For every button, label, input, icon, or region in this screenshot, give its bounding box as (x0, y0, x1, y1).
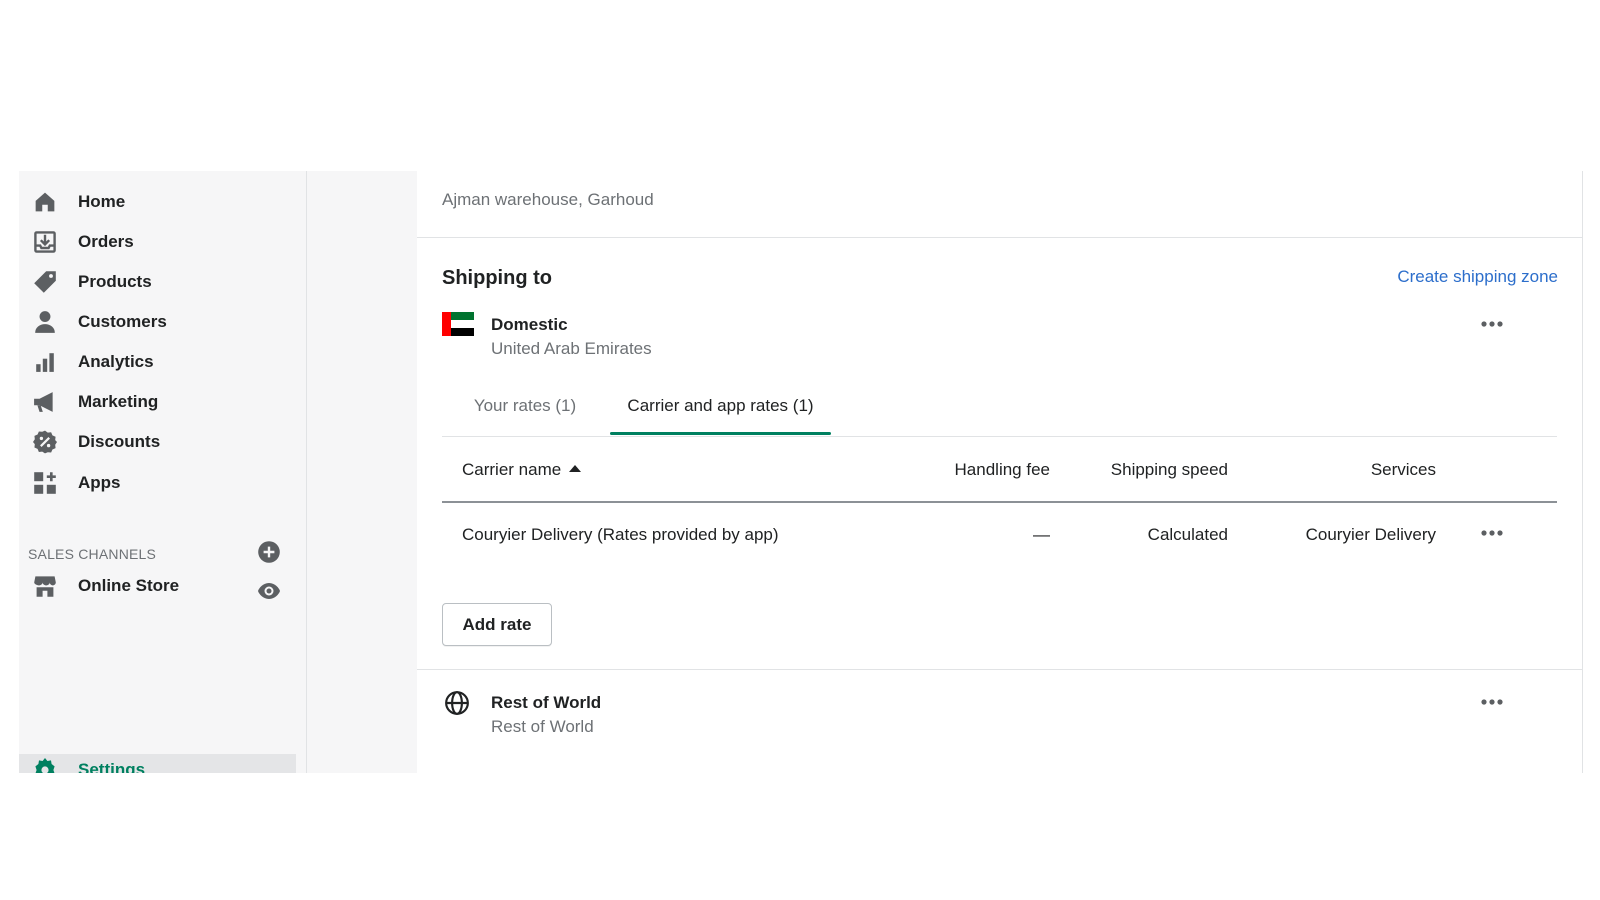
sidebar-item-discounts[interactable]: Discounts (19, 422, 306, 462)
divider (417, 669, 1582, 670)
ellipsis-icon (1481, 321, 1503, 327)
sidebar-item-customers[interactable]: Customers (19, 302, 306, 342)
sidebar-item-marketing[interactable]: Marketing (19, 382, 306, 422)
person-icon (33, 310, 57, 334)
domestic-more-actions-button[interactable] (1476, 314, 1508, 334)
zone-name-domestic: Domestic (491, 315, 568, 334)
tabs-divider (442, 436, 1557, 437)
sidebar-item-products[interactable]: Products (19, 262, 306, 302)
active-tab-indicator (610, 432, 831, 435)
megaphone-icon (33, 390, 57, 414)
ellipsis-icon (1481, 530, 1503, 536)
store-icon (33, 574, 57, 598)
sidebar-item-orders[interactable]: Orders (19, 222, 306, 262)
table-cell-handling-fee: — (1033, 525, 1050, 544)
sidebar-item-label: Orders (78, 232, 134, 251)
column-header-handling-fee: Handling fee (954, 460, 1050, 479)
zone-countries-domestic: United Arab Emirates (491, 339, 652, 358)
table-cell-services: Couryier Delivery (1305, 525, 1436, 544)
tab-carrier-and-app-rates[interactable]: Carrier and app rates (1) (610, 396, 831, 436)
app-frame: Home Orders Products Customers Analytics (0, 171, 1600, 773)
column-header-shipping-speed: Shipping speed (1110, 460, 1228, 479)
sidebar-item-label: Marketing (78, 392, 159, 411)
column-header-services: Services (1370, 460, 1436, 479)
sidebar-item-home[interactable]: Home (19, 182, 306, 222)
sidebar-item-label: Discounts (78, 432, 161, 451)
plus-circle-icon (258, 541, 280, 563)
column-header-label: Carrier name (462, 460, 562, 479)
tab-your-rates[interactable]: Your rates (1) (457, 396, 593, 436)
globe-icon (444, 690, 470, 716)
sidebar: Home Orders Products Customers Analytics (19, 171, 307, 773)
add-sales-channel-button[interactable] (257, 540, 283, 566)
tag-icon (33, 270, 57, 294)
sidebar-item-analytics[interactable]: Analytics (19, 342, 306, 382)
zone-name-rest-of-world: Rest of World (491, 693, 602, 712)
sort-ascending-icon (569, 465, 582, 473)
column-header-carrier-name[interactable]: Carrier name (462, 460, 582, 480)
shipping-origin-text: Ajman warehouse, Garhoud (442, 190, 654, 209)
orders-icon (33, 230, 57, 254)
gear-icon (33, 758, 57, 773)
divider (417, 237, 1582, 238)
sidebar-item-label: Products (78, 272, 152, 291)
table-cell-carrier-name: Couryier Delivery (Rates provided by app… (462, 525, 779, 544)
page-background (307, 171, 417, 773)
zone-countries-rest-of-world: Rest of World (491, 717, 594, 736)
home-icon (33, 190, 57, 214)
sidebar-item-settings[interactable]: Settings (19, 754, 296, 773)
sales-channels-heading: SALES CHANNELS (28, 546, 157, 562)
sidebar-item-label: Customers (78, 312, 167, 331)
discount-icon (33, 430, 57, 454)
sidebar-item-label: Online Store (78, 576, 180, 595)
sidebar-item-apps[interactable]: Apps (19, 463, 306, 503)
rest-of-world-more-actions-button[interactable] (1476, 692, 1508, 712)
shipping-profile-card: Ajman warehouse, Garhoud Shipping to Cre… (417, 171, 1583, 773)
sidebar-item-label: Settings (78, 760, 146, 773)
section-title-clipped (442, 171, 448, 180)
shipping-to-heading: Shipping to (442, 267, 552, 289)
apps-icon (33, 471, 57, 495)
table-header-rule (442, 501, 1557, 503)
sidebar-item-label: Home (78, 192, 126, 211)
bar-chart-icon (33, 350, 57, 374)
rate-more-actions-button[interactable] (1476, 523, 1508, 543)
eye-icon (258, 583, 280, 599)
uae-flag-icon (442, 312, 474, 336)
ellipsis-icon (1481, 699, 1503, 705)
sidebar-item-label: Apps (78, 473, 121, 492)
add-rate-button[interactable]: Add rate (442, 603, 552, 646)
create-shipping-zone-link[interactable]: Create shipping zone (1397, 267, 1558, 287)
view-online-store-button[interactable] (257, 581, 283, 603)
table-cell-shipping-speed: Calculated (1147, 525, 1228, 544)
sidebar-item-label: Analytics (78, 352, 154, 371)
